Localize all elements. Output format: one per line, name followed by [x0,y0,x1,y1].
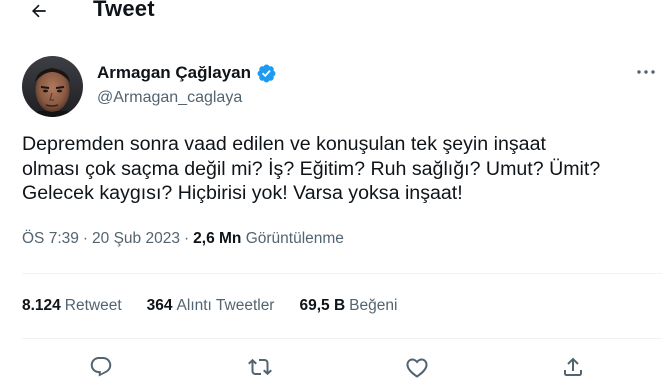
author-handle[interactable]: @Armagan_caglaya [97,88,242,108]
tweet-detail-page: Tweet Armagan Çağlayan @Armagan_caglaya … [0,0,672,378]
like-heart-icon [406,358,428,378]
stat-label: Alıntı Tweetler [176,297,275,314]
name-row: Armagan Çağlayan [97,62,277,84]
divider [22,338,662,339]
share-icon [564,357,582,376]
tweet-text-line: Depremden sonra vaad edilen ve konuşulan… [22,133,546,155]
page-title: Tweet [93,0,155,21]
arrow-left-icon [32,4,46,18]
views-count[interactable]: 2,6 Mn [193,230,241,247]
tweet-time[interactable]: ÖS 7:39 [22,230,79,247]
stat-count: 69,5 B [299,297,346,314]
top-bar: Tweet [0,0,672,34]
author-row: Armagan Çağlayan @Armagan_caglaya [22,56,662,117]
tweet-meta: ÖS 7:39 · 20 Şub 2023 · 2,6 Mn Görüntülenme [22,229,344,249]
avatar-image [22,56,83,117]
retweet-button[interactable] [245,352,275,378]
like-button[interactable] [402,352,432,378]
tweet-text: Depremden sonra vaad edilen ve konuşulan… [22,132,647,206]
stat-count: 8.124 [22,297,61,314]
stat-count: 364 [146,297,173,314]
reply-icon [90,357,112,377]
divider [22,273,662,274]
verified-badge-icon [256,63,277,84]
retweet-count-link[interactable]: 8.124 Retweet [22,296,122,316]
tweet-date[interactable]: 20 Şub 2023 [92,230,180,247]
meta-separator: · [82,230,89,247]
quote-tweets-link[interactable]: 364 Alıntı Tweetler [147,296,275,316]
tweet-stats: 8.124 Retweet 364 Alıntı Tweetler 69,5 B Be… [22,296,422,316]
stat-label: Beğeni [349,297,398,314]
reply-button[interactable] [86,352,116,378]
share-button[interactable] [558,352,588,378]
stat-label: Retweet [64,297,122,314]
tweet-text-line: olması çok saçma değil mi? İş? Eğitim? R… [22,157,601,180]
tweet-text-line: Gelecek kaygısı? Hiçbirisi yok! Varsa yo… [22,182,463,204]
author-display-name[interactable]: Armagan Çağlayan [97,62,251,84]
likes-count-link[interactable]: 69,5 B Beğeni [299,296,397,316]
avatar[interactable] [22,56,83,117]
retweet-icon [248,358,272,376]
views-label: Görüntülenme [245,230,344,247]
meta-separator: · [183,230,190,247]
more-horizontal-icon [637,70,655,74]
back-button[interactable] [22,0,56,26]
more-options-button[interactable] [634,62,658,82]
